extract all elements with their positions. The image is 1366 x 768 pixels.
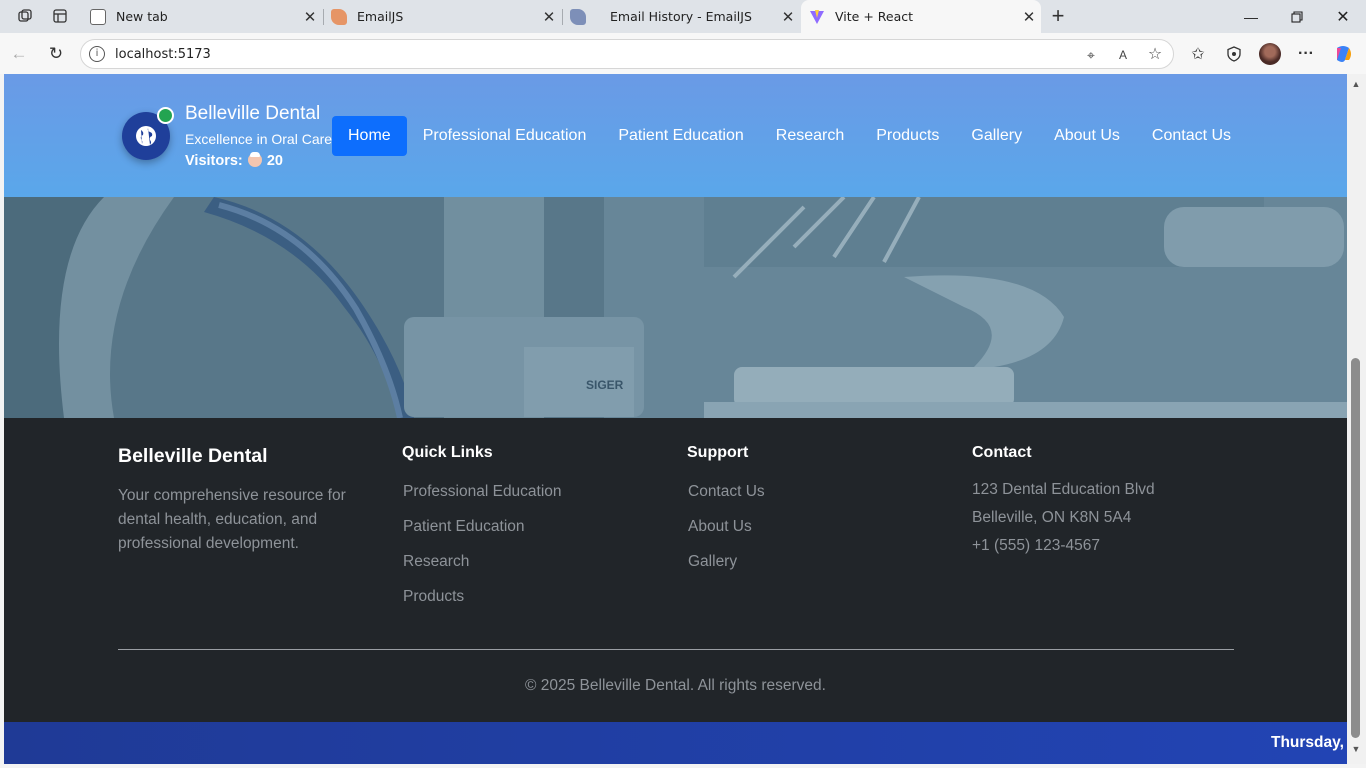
footer-link-research[interactable]: Research: [403, 553, 469, 571]
brand-tagline: Excellence in Oral Care: [185, 131, 333, 147]
tab-title: EmailJS: [357, 9, 404, 24]
scroll-up-icon[interactable]: ▲: [1351, 79, 1361, 89]
profile-avatar[interactable]: [1258, 42, 1282, 66]
footer-brand-title: Belleville Dental: [118, 445, 268, 467]
emailjs-icon: [331, 8, 347, 25]
nav-research[interactable]: Research: [760, 116, 860, 156]
favorite-star-icon[interactable]: ☆: [1145, 45, 1165, 65]
back-icon[interactable]: ←: [7, 42, 31, 66]
footer-link-contact-us[interactable]: Contact Us: [688, 483, 765, 501]
visitors-label: Visitors:: [185, 153, 243, 169]
address-bar[interactable]: i localhost:5173 ⌖ A ☆: [80, 39, 1174, 69]
date-ticker-bar: Thursday, :: [4, 722, 1347, 764]
tab-title: Email History - EmailJS: [610, 9, 752, 24]
tab-title: New tab: [116, 9, 168, 24]
footer-link-professional-education[interactable]: Professional Education: [403, 483, 562, 501]
dental-equipment-image: SIGER: [4, 197, 1347, 418]
browser-tab-bar: New tab ✕ EmailJS ✕ Email History - Emai…: [0, 0, 1366, 33]
globe-icon: [136, 126, 156, 146]
visitor-counter: Visitors: 20: [185, 152, 283, 169]
scroll-down-icon[interactable]: ▼: [1351, 744, 1361, 754]
nav-contact-us[interactable]: Contact Us: [1136, 116, 1247, 156]
favorites-icon[interactable]: ✩: [1186, 42, 1210, 66]
support-heading: Support: [687, 444, 749, 461]
shield-icon[interactable]: [1222, 42, 1246, 66]
minimize-icon[interactable]: —: [1228, 0, 1274, 33]
tab-email-history[interactable]: Email History - EmailJS ✕: [562, 0, 800, 33]
visitors-count: 20: [266, 153, 283, 169]
footer-link-about-us[interactable]: About Us: [688, 518, 752, 536]
vite-icon: [809, 9, 825, 25]
new-tab-button[interactable]: +: [1046, 3, 1070, 28]
online-status-dot: [157, 107, 174, 124]
site-info-icon[interactable]: i: [89, 46, 105, 62]
close-tab-icon[interactable]: ✕: [1017, 8, 1041, 26]
footer-link-gallery[interactable]: Gallery: [688, 553, 737, 571]
hero-image: SIGER: [4, 197, 1347, 418]
contact-heading: Contact: [972, 444, 1032, 461]
tab-vite-react[interactable]: Vite + React ✕: [801, 0, 1041, 33]
tab-emailjs[interactable]: EmailJS ✕: [323, 0, 561, 33]
nav-about-us[interactable]: About Us: [1038, 116, 1136, 156]
page-scrollbar[interactable]: ▲ ▼: [1347, 74, 1366, 764]
workspaces-icon[interactable]: [13, 5, 37, 27]
url-text: localhost:5173: [115, 47, 211, 62]
quick-links-heading: Quick Links: [402, 444, 493, 461]
window-bottom-edge: [0, 764, 1366, 768]
visitor-face-icon: [247, 152, 262, 167]
close-tab-icon[interactable]: ✕: [298, 8, 322, 26]
site-footer: Belleville Dental Your comprehensive res…: [4, 418, 1347, 722]
scrollbar-thumb[interactable]: [1351, 358, 1360, 738]
brand-name[interactable]: Belleville Dental: [185, 103, 320, 125]
footer-link-products[interactable]: Products: [403, 588, 464, 606]
nav-patient-education[interactable]: Patient Education: [602, 116, 759, 156]
date-text: Thursday, :: [1271, 734, 1347, 751]
copilot-icon[interactable]: [1331, 42, 1355, 66]
emailjs-icon: [570, 8, 586, 25]
nav-home[interactable]: Home: [332, 116, 407, 156]
footer-link-patient-education[interactable]: Patient Education: [403, 518, 525, 536]
page-viewport: Belleville Dental Excellence in Oral Car…: [4, 74, 1347, 764]
site-header: Belleville Dental Excellence in Oral Car…: [4, 74, 1347, 197]
more-options-icon[interactable]: ···: [1294, 42, 1318, 66]
contact-phone: +1 (555) 123-4567: [972, 537, 1100, 554]
main-nav: Home Professional Education Patient Educ…: [332, 116, 1247, 156]
close-tab-icon[interactable]: ✕: [537, 8, 561, 26]
contact-city: Belleville, ON K8N 5A4: [972, 509, 1132, 526]
new-tab-icon: [90, 8, 106, 25]
reload-icon[interactable]: ↻: [44, 42, 68, 66]
read-aloud-icon[interactable]: A: [1113, 45, 1133, 65]
contact-address: 123 Dental Education Blvd: [972, 481, 1155, 498]
footer-divider: [118, 649, 1234, 650]
close-tab-icon[interactable]: ✕: [776, 8, 800, 26]
tab-title: Vite + React: [835, 9, 914, 24]
nav-products[interactable]: Products: [860, 116, 955, 156]
copyright-text: © 2025 Belleville Dental. All rights res…: [525, 677, 826, 694]
footer-description: Your comprehensive resource for dental h…: [118, 487, 346, 552]
vertical-tabs-icon[interactable]: [48, 5, 72, 27]
location-icon[interactable]: ⌖: [1081, 45, 1101, 65]
nav-gallery[interactable]: Gallery: [955, 116, 1038, 156]
address-toolbar: ← ↻ i localhost:5173 ⌖ A ☆ ✩ ···: [0, 33, 1366, 74]
close-window-icon[interactable]: ✕: [1320, 0, 1366, 33]
restore-icon[interactable]: [1274, 0, 1320, 33]
nav-professional-education[interactable]: Professional Education: [407, 116, 603, 156]
tab-new-tab[interactable]: New tab ✕: [82, 0, 322, 33]
